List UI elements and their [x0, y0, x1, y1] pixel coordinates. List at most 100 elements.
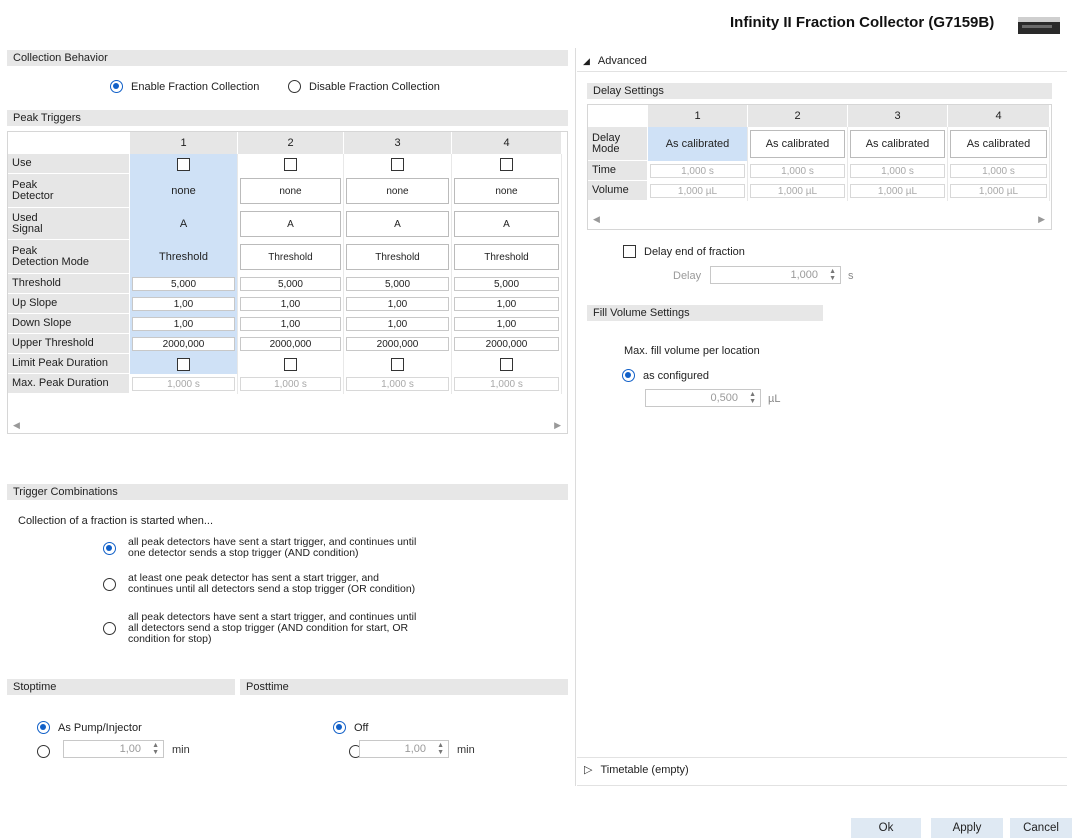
table-row: Threshold 5,000 5,000 5,000 5,000	[8, 274, 562, 294]
down-slope-1[interactable]: 1,00	[132, 317, 235, 331]
trigger-and-radio[interactable]	[103, 541, 116, 555]
trigger-and-or-radio[interactable]	[103, 622, 116, 635]
max-duration-3[interactable]: 1,000 s	[346, 377, 449, 391]
scroll-right-arrow-icon[interactable]: ▶	[1038, 214, 1045, 225]
upper-threshold-1[interactable]: 2000,000	[132, 337, 235, 351]
trigger-option-and-or[interactable]: all peak detectors have sent a start tri…	[103, 612, 416, 645]
scroll-left-arrow-icon[interactable]: ◀	[593, 214, 600, 225]
use-checkbox-2[interactable]	[284, 157, 297, 171]
spin-arrows-icon[interactable]: ▲ ▼	[749, 391, 756, 405]
table-row: Limit Peak Duration	[8, 354, 562, 374]
up-slope-4[interactable]: 1,00	[454, 297, 559, 311]
delay-volume-3[interactable]: 1,000 µL	[849, 184, 946, 198]
used-signal-3[interactable]: A	[346, 211, 449, 237]
timetable-toggle[interactable]: ▷ Timetable (empty)	[584, 763, 689, 777]
used-signal-1[interactable]: A	[130, 208, 238, 240]
apply-button[interactable]: Apply	[931, 818, 1003, 838]
peak-detector-1[interactable]: none	[130, 174, 238, 208]
limit-duration-checkbox-2[interactable]	[284, 357, 297, 371]
up-slope-1[interactable]: 1,00	[132, 297, 235, 311]
fill-as-configured-radio[interactable]	[622, 369, 635, 382]
row-label-detection-mode: Peak Detection Mode	[8, 240, 130, 274]
delay-time-2[interactable]: 1,000 s	[749, 164, 846, 178]
delay-input[interactable]: 1,000 ▲ ▼	[710, 266, 841, 284]
down-slope-2[interactable]: 1,00	[240, 317, 341, 331]
peak-detector-3[interactable]: none	[346, 178, 449, 204]
scroll-right-arrow-icon[interactable]: ▶	[554, 420, 561, 431]
delay-mode-3[interactable]: As calibrated	[849, 130, 946, 158]
spin-arrows-icon[interactable]: ▲ ▼	[829, 268, 836, 282]
peak-col-1: 1	[130, 132, 238, 154]
limit-duration-checkbox-4[interactable]	[500, 357, 513, 371]
threshold-2[interactable]: 5,000	[240, 277, 341, 291]
spin-arrows-icon[interactable]: ▲ ▼	[437, 742, 444, 756]
fill-volume-input[interactable]: 0,500 ▲ ▼	[645, 389, 761, 407]
stoptime-as-pump-option[interactable]: As Pump/Injector	[37, 721, 142, 734]
down-slope-4[interactable]: 1,00	[454, 317, 559, 331]
disable-collection-option[interactable]: Disable Fraction Collection	[288, 80, 440, 93]
disable-collection-radio[interactable]	[288, 80, 301, 93]
delay-settings-grid: 1 2 3 4 Delay Mode As calibrated As cali…	[587, 104, 1052, 230]
delay-mode-4[interactable]: As calibrated	[950, 130, 1047, 158]
up-slope-3[interactable]: 1,00	[346, 297, 449, 311]
posttime-value: 1,00	[404, 743, 426, 755]
upper-threshold-2[interactable]: 2000,000	[240, 337, 341, 351]
detection-mode-1[interactable]: Threshold	[130, 240, 238, 274]
threshold-4[interactable]: 5,000	[454, 277, 559, 291]
delay-mode-1[interactable]: As calibrated	[648, 127, 748, 161]
use-checkbox-1[interactable]	[177, 157, 190, 171]
peak-detector-2[interactable]: none	[240, 178, 341, 204]
threshold-3[interactable]: 5,000	[346, 277, 449, 291]
peak-grid-header-row: 1 2 3 4	[8, 132, 562, 154]
up-slope-2[interactable]: 1,00	[240, 297, 341, 311]
delay-mode-2[interactable]: As calibrated	[749, 130, 846, 158]
delay-volume-2[interactable]: 1,000 µL	[749, 184, 846, 198]
enable-collection-option[interactable]: Enable Fraction Collection	[110, 80, 259, 93]
detection-mode-2[interactable]: Threshold	[240, 244, 341, 270]
max-duration-2[interactable]: 1,000 s	[240, 377, 341, 391]
threshold-1[interactable]: 5,000	[132, 277, 235, 291]
detection-mode-3[interactable]: Threshold	[346, 244, 449, 270]
ok-button[interactable]: Ok	[851, 818, 921, 838]
limit-duration-checkbox-3[interactable]	[391, 357, 404, 371]
expand-triangle-icon[interactable]: ▷	[584, 763, 592, 776]
table-row: Down Slope 1,00 1,00 1,00 1,00	[8, 314, 562, 334]
peak-detector-4[interactable]: none	[454, 178, 559, 204]
detection-mode-4[interactable]: Threshold	[454, 244, 559, 270]
delay-time-3[interactable]: 1,000 s	[849, 164, 946, 178]
stoptime-input[interactable]: 1,00 ▲ ▼	[63, 740, 164, 758]
delay-end-option[interactable]: Delay end of fraction	[623, 245, 745, 258]
row-label-upper-threshold: Upper Threshold	[8, 334, 130, 354]
delay-time-4[interactable]: 1,000 s	[950, 164, 1047, 178]
fill-as-configured-option[interactable]: as configured	[622, 369, 709, 382]
max-duration-1[interactable]: 1,000 s	[132, 377, 235, 391]
scroll-left-arrow-icon[interactable]: ◀	[13, 420, 20, 431]
collapse-triangle-icon[interactable]: ◢	[583, 56, 590, 67]
stoptime-value: 1,00	[119, 743, 141, 755]
posttime-off-option[interactable]: Off	[333, 721, 368, 734]
use-checkbox-4[interactable]	[500, 157, 513, 171]
spin-arrows-icon[interactable]: ▲ ▼	[152, 742, 159, 756]
used-signal-4[interactable]: A	[454, 211, 559, 237]
max-duration-4[interactable]: 1,000 s	[454, 377, 559, 391]
trigger-option-or[interactable]: at least one peak detector has sent a st…	[103, 573, 415, 595]
delay-volume-1[interactable]: 1,000 µL	[649, 184, 746, 198]
posttime-off-radio[interactable]	[333, 721, 346, 734]
upper-threshold-4[interactable]: 2000,000	[454, 337, 559, 351]
upper-threshold-3[interactable]: 2000,000	[346, 337, 449, 351]
trigger-or-radio[interactable]	[103, 577, 116, 591]
trigger-option-and[interactable]: all peak detectors have sent a start tri…	[103, 537, 416, 559]
down-slope-3[interactable]: 1,00	[346, 317, 449, 331]
stoptime-as-pump-radio[interactable]	[37, 721, 50, 734]
used-signal-2[interactable]: A	[240, 211, 341, 237]
advanced-toggle[interactable]: ◢ Advanced	[583, 55, 647, 67]
cancel-button[interactable]: Cancel	[1010, 818, 1072, 838]
delay-volume-4[interactable]: 1,000 µL	[950, 184, 1047, 198]
delay-time-1[interactable]: 1,000 s	[649, 164, 746, 178]
limit-duration-checkbox-1[interactable]	[177, 357, 190, 371]
use-checkbox-3[interactable]	[391, 157, 404, 171]
delay-end-checkbox[interactable]	[623, 245, 636, 258]
posttime-input[interactable]: 1,00 ▲ ▼	[359, 740, 449, 758]
stoptime-custom-radio[interactable]	[37, 745, 50, 758]
enable-collection-radio[interactable]	[110, 80, 123, 93]
